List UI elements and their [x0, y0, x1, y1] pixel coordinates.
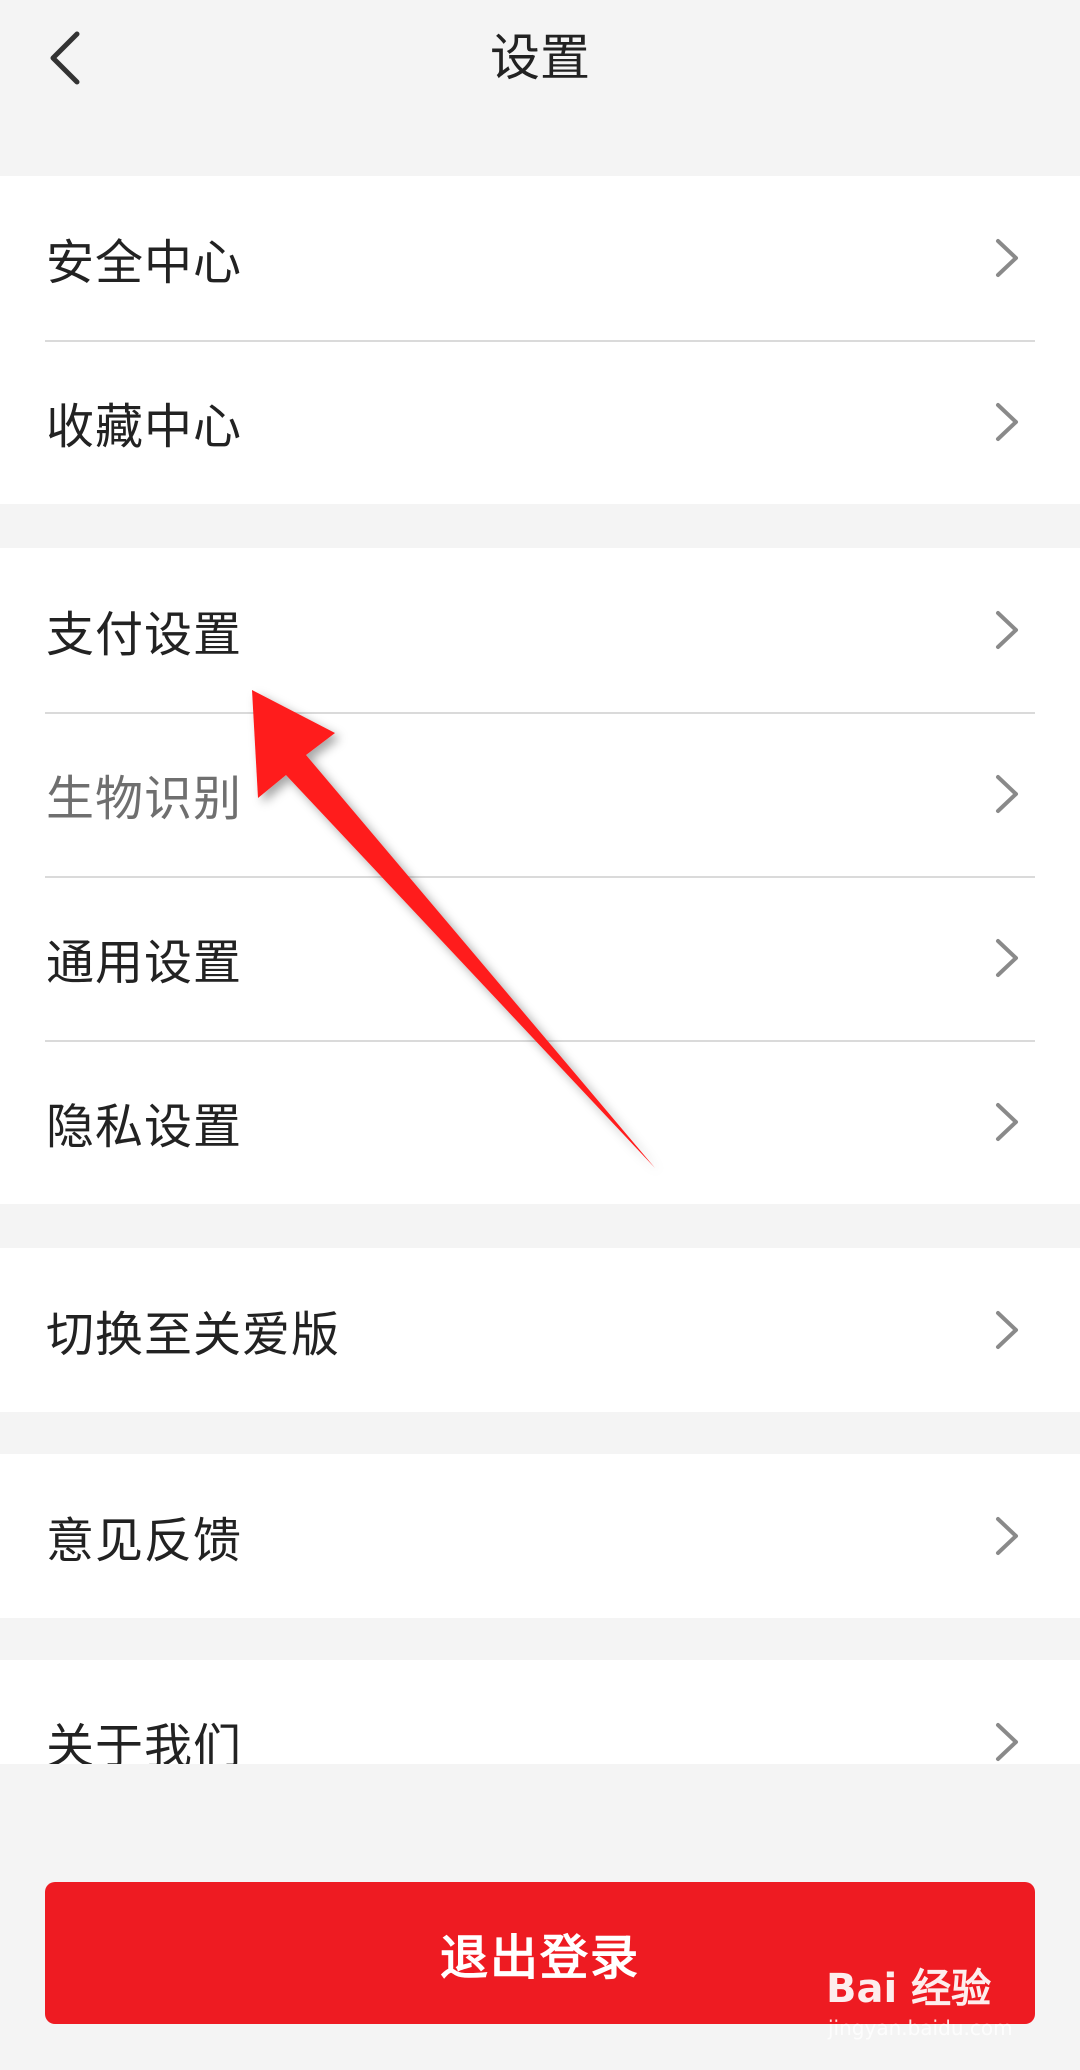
header-bar: 设置 — [0, 0, 1080, 176]
menu-item-label: 安全中心 — [46, 235, 243, 291]
menu-item-label: 隐私设置 — [46, 1099, 243, 1155]
chevron-right-icon — [996, 403, 1018, 441]
chevron-right-icon — [996, 239, 1018, 277]
menu-item-label: 关于我们 — [46, 1719, 243, 1764]
menu-item-payment-settings[interactable]: 支付设置 — [0, 548, 1080, 712]
menu-item-favorites-center[interactable]: 收藏中心 — [0, 340, 1080, 504]
settings-group-care-mode: 切换至关爱版 — [0, 1248, 1080, 1412]
chevron-right-icon — [996, 775, 1018, 813]
chevron-right-icon — [996, 1103, 1018, 1141]
menu-item-label: 意见反馈 — [46, 1513, 243, 1569]
settings-group-feedback: 意见反馈 — [0, 1454, 1080, 1618]
settings-group-about: 关于我们 — [0, 1660, 1080, 1764]
menu-item-about-us[interactable]: 关于我们 — [0, 1660, 1080, 1764]
chevron-right-icon — [996, 939, 1018, 977]
menu-item-label: 生物识别 — [46, 771, 243, 827]
menu-item-label: 收藏中心 — [46, 399, 243, 455]
menu-item-switch-care-mode[interactable]: 切换至关爱版 — [0, 1248, 1080, 1412]
settings-group-preferences: 支付设置 生物识别 通用设置 隐私设置 — [0, 548, 1080, 1204]
watermark-brand: Bai 经验 — [826, 1966, 992, 2012]
menu-item-label: 支付设置 — [46, 607, 243, 663]
settings-group-account: 安全中心 收藏中心 — [0, 176, 1080, 504]
chevron-right-icon — [996, 1311, 1018, 1349]
menu-item-privacy-settings[interactable]: 隐私设置 — [0, 1040, 1080, 1204]
chevron-right-icon — [996, 1517, 1018, 1555]
chevron-right-icon — [996, 1723, 1018, 1761]
menu-item-feedback[interactable]: 意见反馈 — [0, 1454, 1080, 1618]
baidu-jingyan-watermark: Bai 经验 jingyan.baidu.com — [826, 1956, 1046, 2060]
menu-item-biometrics[interactable]: 生物识别 — [0, 712, 1080, 876]
watermark-url: jingyan.baidu.com — [828, 2016, 1013, 2040]
menu-item-label: 切换至关爱版 — [46, 1307, 341, 1363]
menu-item-label: 通用设置 — [46, 935, 243, 991]
page-title: 设置 — [490, 29, 590, 87]
logout-button-label: 退出登录 — [439, 1930, 640, 1986]
menu-item-general-settings[interactable]: 通用设置 — [0, 876, 1080, 1040]
menu-item-security-center[interactable]: 安全中心 — [0, 176, 1080, 340]
chevron-right-icon — [996, 611, 1018, 649]
